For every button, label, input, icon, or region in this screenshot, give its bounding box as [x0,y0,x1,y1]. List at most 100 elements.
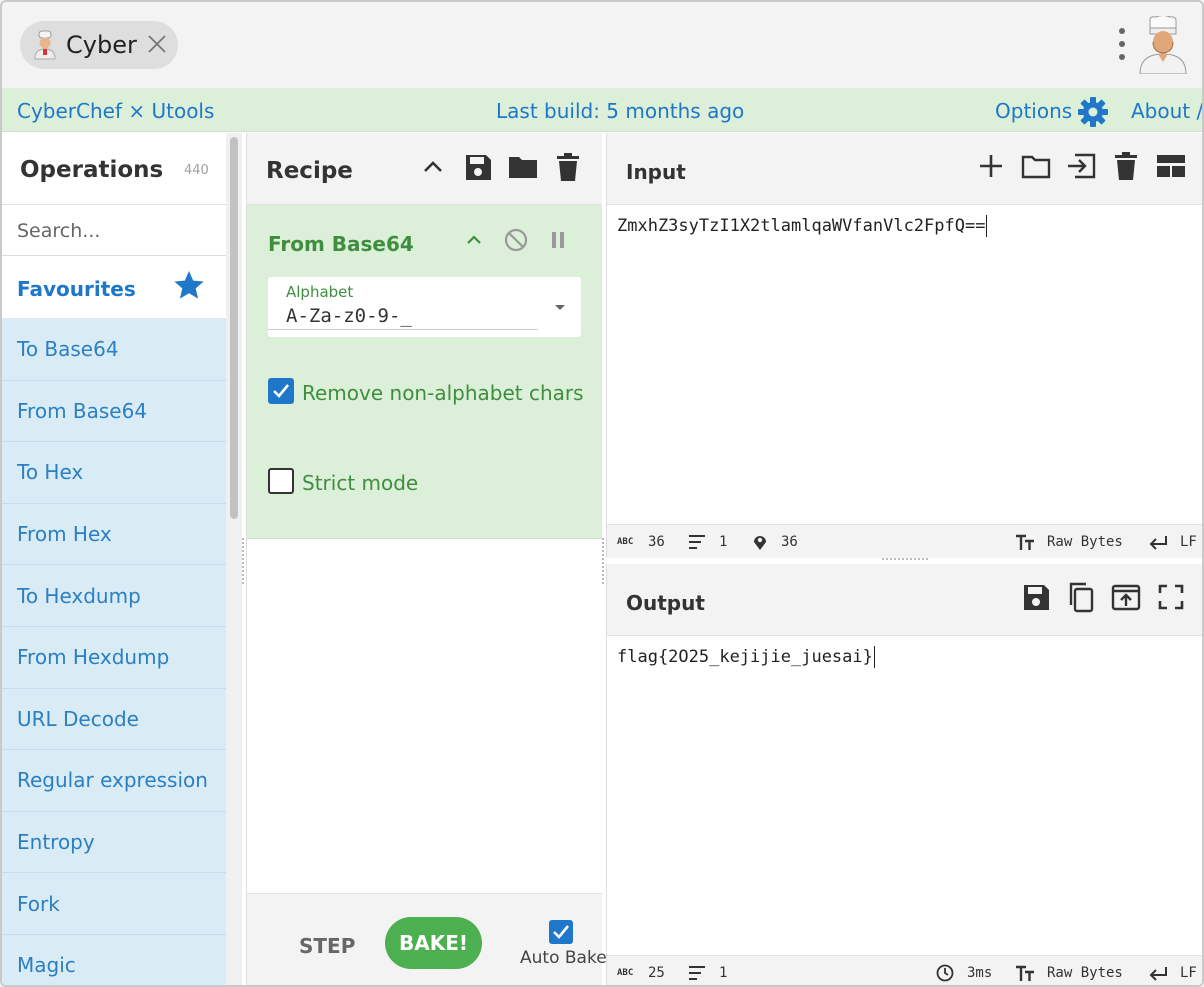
save-icon[interactable] [462,151,494,183]
chevron-up-icon[interactable] [417,151,449,183]
operation-item-from-base64[interactable]: From Base64 [2,380,226,443]
operation-item-url-decode[interactable]: URL Decode [2,688,226,751]
operation-item-fork[interactable]: Fork [2,873,226,935]
chef-avatar-icon[interactable] [1136,16,1190,74]
folder-icon[interactable] [507,151,539,183]
location-pin-icon [754,536,766,550]
pause-icon[interactable] [545,227,571,253]
operation-item-to-hexdump[interactable]: To Hexdump [2,565,226,627]
operations-header: Operations 440 [2,133,226,205]
ops-recipe-divider[interactable] [242,538,244,584]
operation-item-from-hex[interactable]: From Hex [2,503,226,566]
input-textarea[interactable]: ZmxhZ3syTzI1X2tlamlqaWVfanVlc2FpfQ== [617,215,988,237]
fullscreen-icon[interactable] [1155,581,1187,613]
open-folder-icon[interactable] [1020,150,1052,182]
favourites-list: To Base64 From Base64 To Hex From Hex To… [2,319,226,985]
input-text: ZmxhZ3syTzI1X2tlamlqaWVfanVlc2FpfQ== [617,216,986,236]
output-lines: 1 [719,965,728,981]
input-eol[interactable]: LF [1180,534,1197,550]
abc-icon: ABC [617,968,634,978]
operation-item-from-hexdump[interactable]: From Hexdump [2,626,226,689]
tab-title: Cyber [66,31,137,59]
operation-item-to-hex[interactable]: To Hex [2,442,226,504]
close-icon[interactable] [146,33,168,55]
chevron-up-icon[interactable] [461,227,487,253]
alphabet-underline [268,329,538,330]
operation-item-magic[interactable]: Magic [2,934,226,985]
output-panel: Output flag{2O25_kejijie_juesai} ABC 25 … [606,564,1202,985]
replace-input-icon[interactable] [1110,581,1142,613]
output-encoding[interactable]: Raw Bytes [1047,965,1123,981]
open-file-icon[interactable] [1065,150,1097,182]
alphabet-select[interactable]: Alphabet A-Za-z0-9-_ [268,277,581,337]
star-icon[interactable] [173,269,205,301]
text-cursor [986,215,988,237]
favourites-header[interactable]: Favourites [2,257,226,319]
operation-item-entropy[interactable]: Entropy [2,811,226,874]
lines-icon [689,535,705,549]
remove-nonalpha-checkbox[interactable] [268,378,294,404]
output-title: Output [626,591,705,615]
options-link[interactable]: Options [995,99,1072,123]
input-panel: Input ZmxhZ3syTzI1X2tlamlqaWVfanVlc2FpfQ… [606,133,1202,558]
operations-panel: Operations 440 Favourites To Base64 From… [2,133,226,985]
input-encoding[interactable]: Raw Bytes [1047,534,1123,550]
brand-link[interactable]: CyberChef × Utools [17,99,214,123]
save-icon[interactable] [1020,581,1052,613]
auto-bake-label[interactable]: Auto Bake [520,948,607,968]
recipe-panel: Recipe From Base64 Alphabet A-Za-z0-9-_ … [246,133,607,985]
input-length: 36 [648,534,665,550]
output-text: flag{2O25_kejijie_juesai} [617,647,873,667]
recipe-operation-card[interactable]: From Base64 Alphabet A-Za-z0-9-_ Remove … [247,205,602,539]
strict-mode-label[interactable]: Strict mode [302,471,418,495]
step-button[interactable]: STEP [299,934,355,958]
text-size-icon [1016,965,1034,981]
input-lines: 1 [719,534,728,550]
recipe-io-divider[interactable] [602,538,604,584]
remove-nonalpha-label[interactable]: Remove non-alphabet chars [302,381,584,405]
strict-mode-checkbox[interactable] [268,468,294,494]
operations-title: Operations [20,157,164,183]
trash-icon[interactable] [552,151,584,183]
abc-icon: ABC [617,537,634,547]
last-build-notice: Last build: 5 months ago [496,99,745,123]
about-link[interactable]: About / [1131,99,1202,123]
io-divider[interactable] [882,558,928,562]
operation-item-regular-expression[interactable]: Regular expression [2,750,226,812]
bake-time: 3ms [967,965,993,981]
operations-scroll-thumb[interactable] [230,137,238,519]
window-tab[interactable]: Cyber [20,21,178,69]
gear-icon[interactable] [1077,96,1109,128]
alphabet-value: A-Za-z0-9-_ [286,305,412,327]
favourites-label: Favourites [17,277,136,301]
input-position: 36 [781,534,798,550]
layout-icon[interactable] [1155,150,1187,182]
trash-icon[interactable] [1110,150,1142,182]
output-header: Output [607,564,1202,636]
output-textarea[interactable]: flag{2O25_kejijie_juesai} [617,646,875,668]
output-length: 25 [648,965,665,981]
disable-icon[interactable] [503,227,529,253]
add-tab-icon[interactable] [975,150,1007,182]
recipe-header: Recipe [247,133,602,205]
operation-item-to-base64[interactable]: To Base64 [2,319,226,381]
text-size-icon [1016,534,1034,550]
recipe-controls: STEP BAKE! Auto Bake [247,893,607,985]
top-banner: CyberChef × Utools Last build: 5 months … [2,88,1202,132]
return-arrow-icon [1149,967,1167,981]
bake-button[interactable]: BAKE! [385,917,482,969]
return-arrow-icon [1149,536,1167,550]
alphabet-label: Alphabet [286,283,354,301]
output-eol[interactable]: LF [1180,965,1197,981]
caret-down-icon[interactable] [553,303,567,313]
input-title: Input [626,160,686,184]
more-menu-icon[interactable] [1114,26,1130,62]
copy-icon[interactable] [1065,581,1097,613]
text-cursor [873,646,875,668]
input-status-bar: ABC 36 1 36 Raw Bytes LF [607,524,1202,558]
title-bar: Cyber [2,2,1202,88]
checkmark-icon [553,925,570,939]
auto-bake-checkbox[interactable] [549,920,573,944]
app-window: Cyber CyberChef × Utools Last build: 5 m… [0,0,1204,987]
search-input[interactable] [2,206,226,256]
